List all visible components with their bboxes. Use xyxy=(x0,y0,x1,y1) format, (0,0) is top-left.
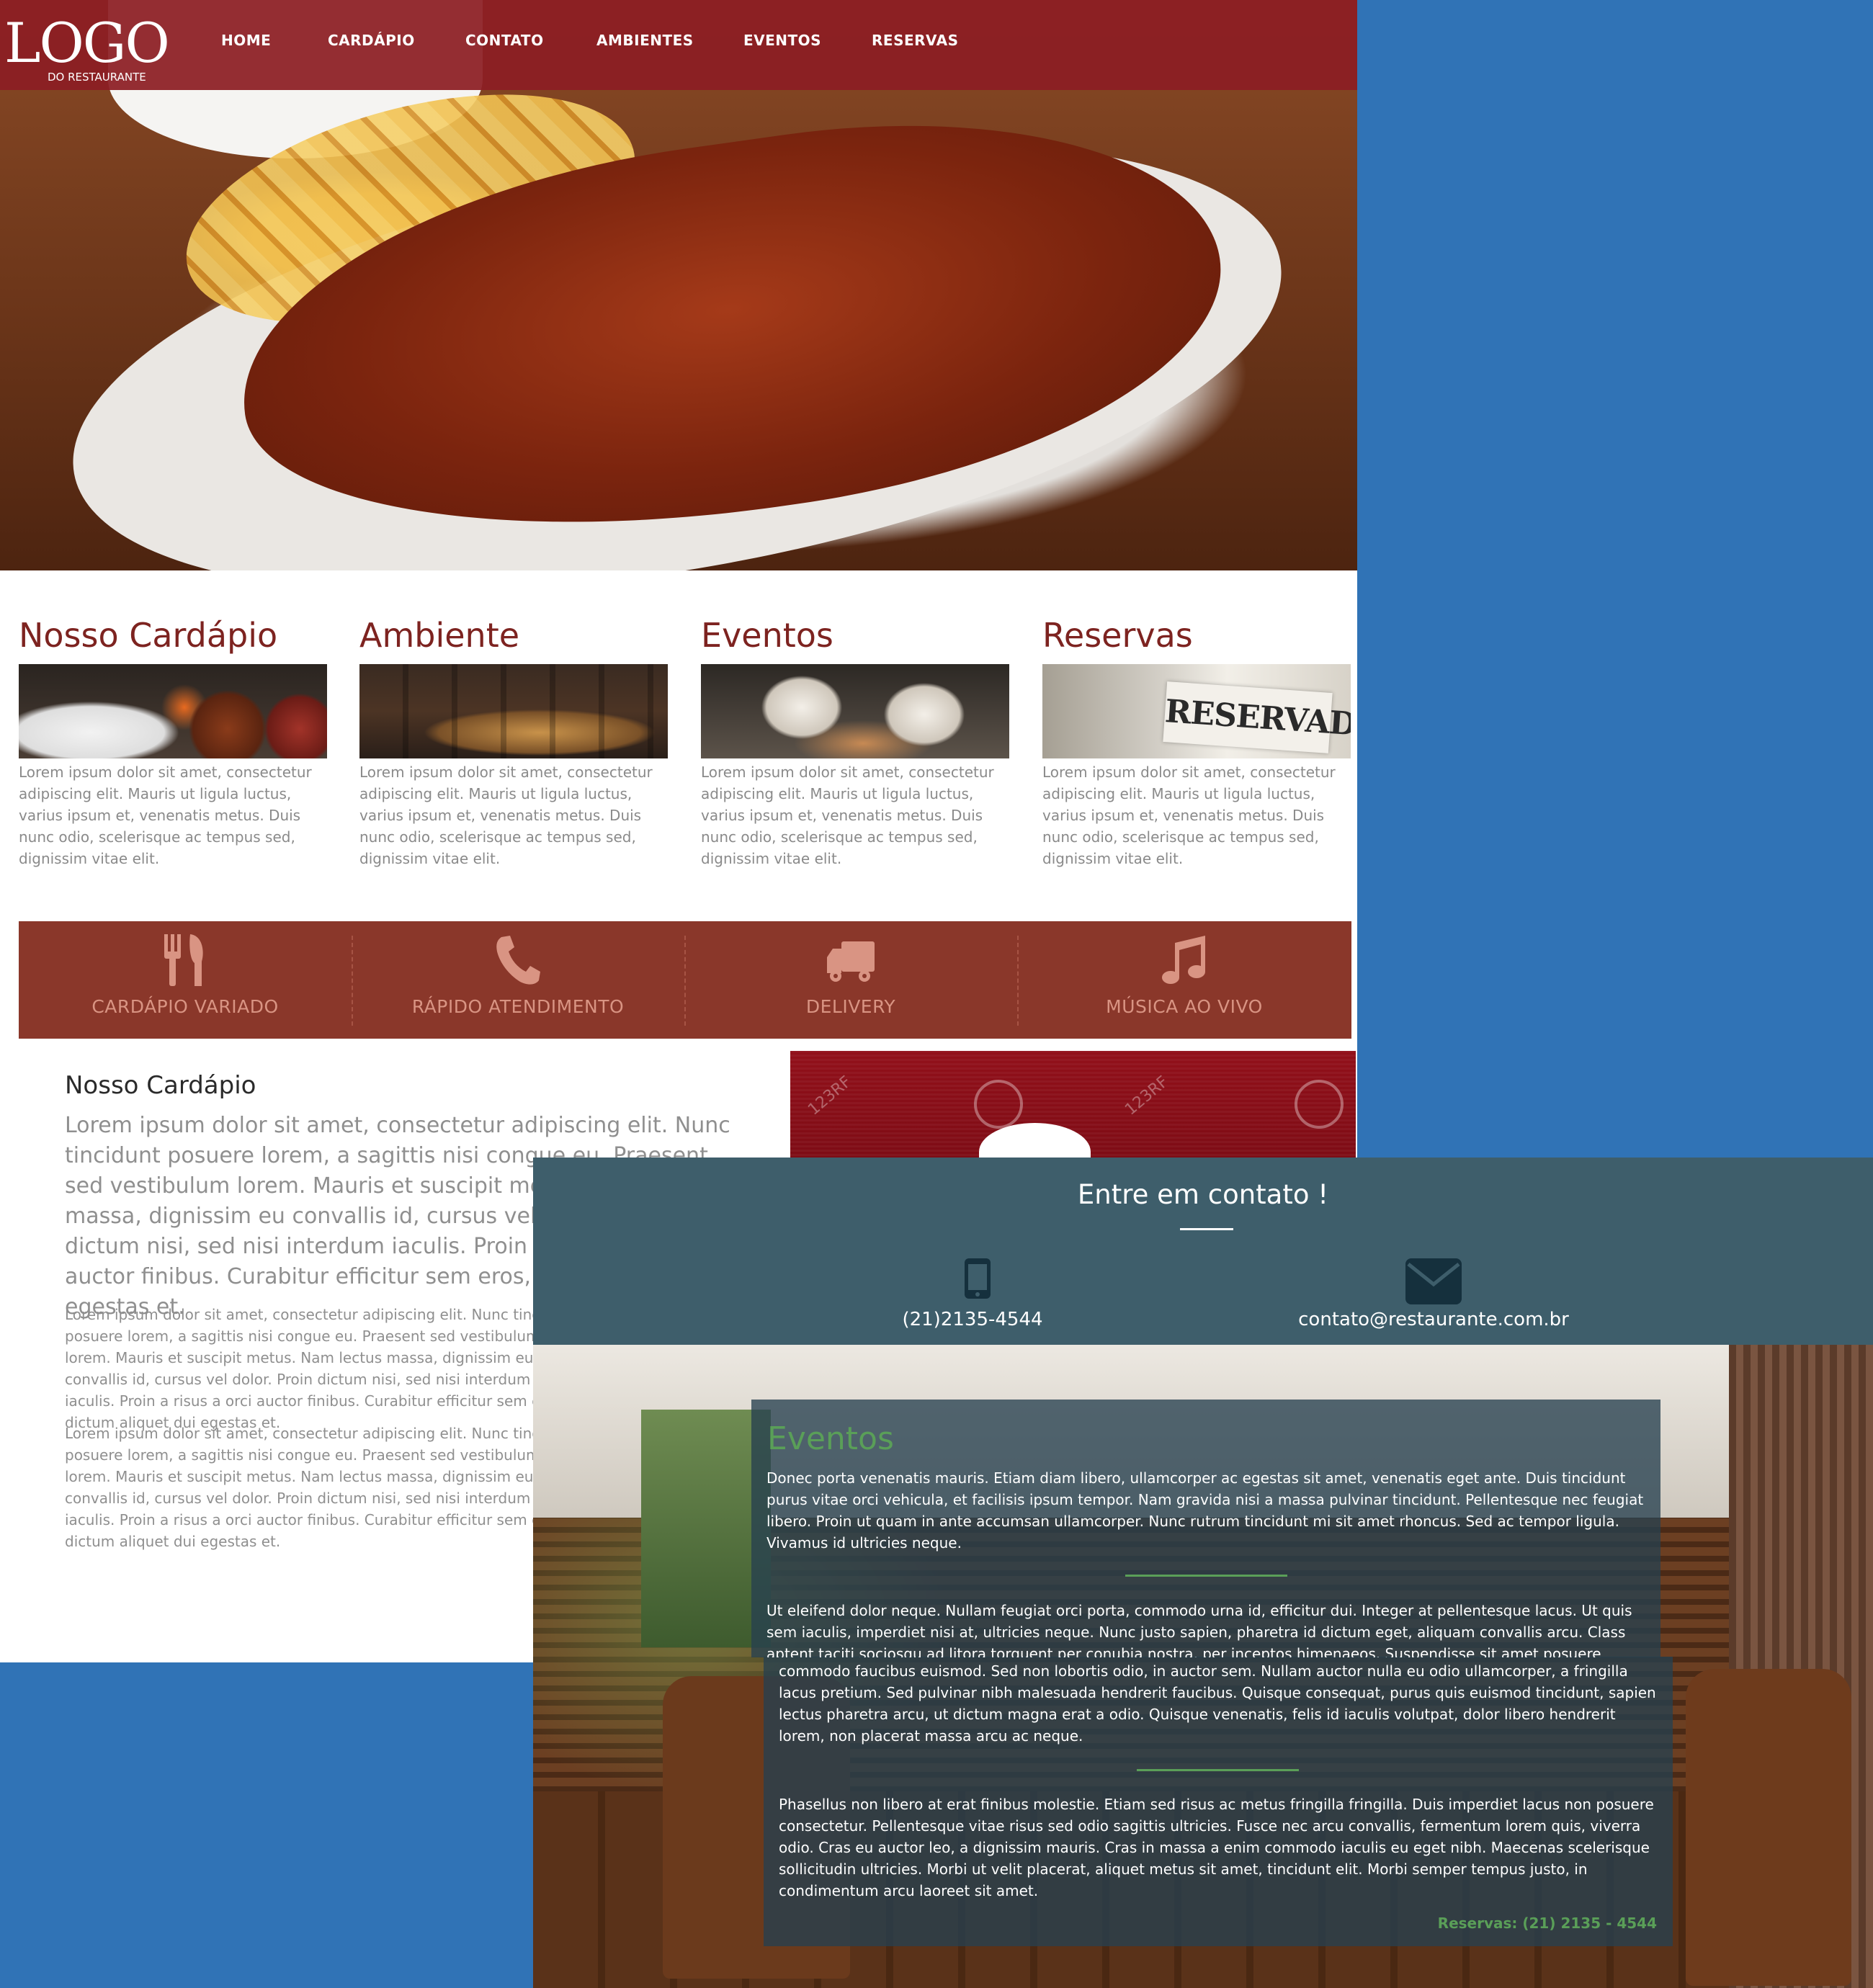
events-paragraph: commodo faucibus euismod. Sed non lobort… xyxy=(779,1662,1656,1745)
card-text-ambiente: Lorem ipsum dolor sit amet, consectetur … xyxy=(359,764,653,867)
watermark-logo-icon xyxy=(1284,1070,1354,1139)
feature-delivery: DELIVERY xyxy=(684,921,1017,1039)
nav-link-contato[interactable]: CONTATO xyxy=(465,32,544,49)
events-paragraph: Donec porta venenatis mauris. Etiam diam… xyxy=(766,1469,1644,1552)
card-text-reservas: Lorem ipsum dolor sit amet, consectetur … xyxy=(1042,764,1336,867)
nav-link-eventos[interactable]: EVENTOS xyxy=(743,32,821,49)
feature-cardapio-variado: CARDÁPIO VARIADO xyxy=(19,921,352,1039)
card-image-cardapio[interactable] xyxy=(19,664,327,758)
card-title-eventos[interactable]: Eventos xyxy=(701,616,833,655)
mobile-phone-icon xyxy=(965,1258,991,1299)
contact-title: Entre em contato ! xyxy=(1077,1179,1329,1210)
phone-icon xyxy=(496,936,540,985)
logo-subtitle: DO RESTAURANTE xyxy=(48,71,146,84)
envelope-icon xyxy=(1405,1258,1462,1304)
feature-label: RÁPIDO ATENDIMENTO xyxy=(411,996,625,1017)
events-paragraph: Phasellus non libero at erat finibus mol… xyxy=(779,1796,1654,1899)
watermark: 123RF xyxy=(805,1073,855,1119)
nav-link-cardapio[interactable]: CARDÁPIO xyxy=(328,32,415,49)
events-separator xyxy=(1125,1575,1287,1577)
feature-rapido-atendimento: RÁPIDO ATENDIMENTO xyxy=(352,921,684,1039)
logo[interactable]: LOGO DO RESTAURANTE xyxy=(4,14,170,86)
truck-icon xyxy=(827,941,875,982)
about-paragraph: Lorem ipsum dolor sit amet, consectetur … xyxy=(65,1425,577,1550)
card-image-reservas[interactable]: RESERVADO xyxy=(1042,664,1351,758)
events-paragraph: Ut eleifend dolor neque. Nullam feugiat … xyxy=(766,1602,1632,1657)
nav-link-ambientes[interactable]: AMBIENTES xyxy=(596,32,694,49)
events-title: Eventos xyxy=(767,1420,894,1457)
nav-link-reservas[interactable]: RESERVAS xyxy=(872,32,959,49)
events-reservas-phone[interactable]: Reservas: (21) 2135 - 4544 xyxy=(1297,1915,1657,1932)
card-text-eventos: Lorem ipsum dolor sit amet, consectetur … xyxy=(701,764,994,867)
feature-label: DELIVERY xyxy=(805,996,896,1017)
card-title-cardapio[interactable]: Nosso Cardápio xyxy=(19,616,277,655)
reservado-sign: RESERVADO xyxy=(1163,681,1351,753)
card-title-reservas[interactable]: Reservas xyxy=(1042,616,1193,655)
title-underline xyxy=(1180,1228,1233,1230)
about-title: Nosso Cardápio xyxy=(65,1071,256,1100)
watermark: 123RF xyxy=(1122,1073,1172,1119)
events-separator xyxy=(1137,1769,1299,1771)
chair-shape xyxy=(1686,1669,1851,1986)
feature-musica-ao-vivo: MÚSICA AO VIVO xyxy=(1017,921,1351,1039)
contact-email[interactable]: contato@restaurante.com.br xyxy=(1282,1309,1585,1330)
card-image-eventos[interactable] xyxy=(701,664,1009,758)
features-bar: CARDÁPIO VARIADO RÁPIDO ATENDIMENTO DELI… xyxy=(19,921,1351,1039)
about-paragraph: Lorem ipsum dolor sit amet, consectetur … xyxy=(65,1306,577,1431)
card-title-ambiente[interactable]: Ambiente xyxy=(359,616,519,655)
nav-link-home[interactable]: HOME xyxy=(221,32,271,49)
music-icon xyxy=(1162,936,1205,984)
contact-phone[interactable]: (21)2135-4544 xyxy=(864,1309,1081,1330)
cutlery-icon xyxy=(164,934,203,986)
logo-text: LOGO xyxy=(4,11,170,75)
feature-label: MÚSICA AO VIVO xyxy=(1106,996,1263,1017)
feature-label: CARDÁPIO VARIADO xyxy=(91,996,279,1017)
promo-banner: 123RF 123RF xyxy=(790,1051,1356,1160)
contact-section: Entre em contato ! (21)2135-4544 contato… xyxy=(533,1158,1873,1345)
top-navigation: LOGO DO RESTAURANTE HOME CARDÁPIO CONTAT… xyxy=(0,0,1357,90)
card-image-ambiente[interactable] xyxy=(359,664,668,758)
card-text-cardapio: Lorem ipsum dolor sit amet, consectetur … xyxy=(19,764,312,867)
